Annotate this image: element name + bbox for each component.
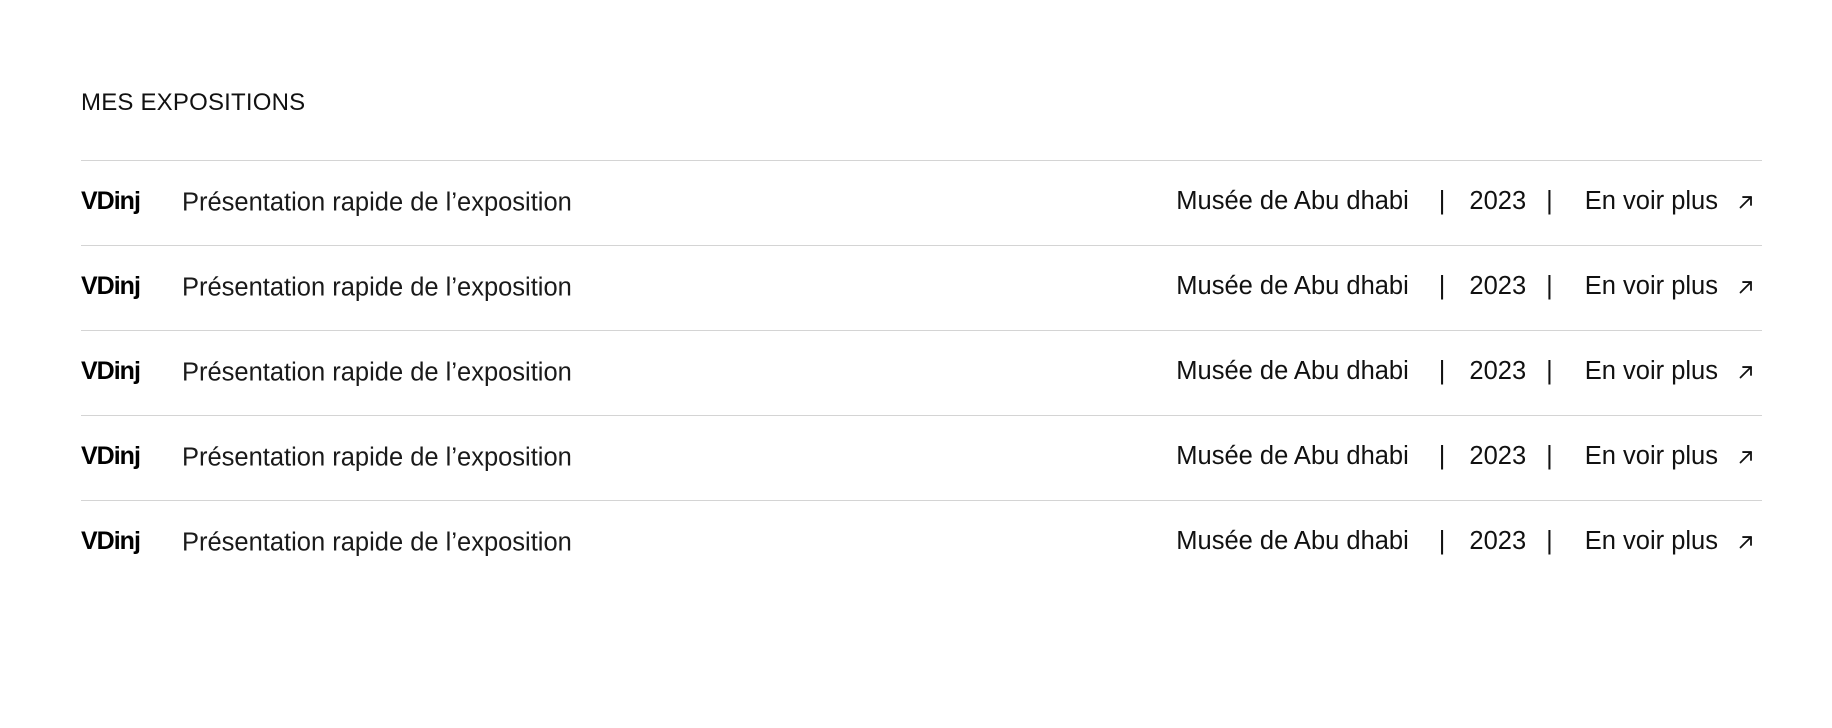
exhibition-logo: VDinj xyxy=(81,527,141,556)
exhibition-year: 2023 xyxy=(1469,527,1527,556)
exhibition-row: VDinj Présentation rapide de l’expositio… xyxy=(81,415,1762,500)
meta-separator: | xyxy=(1546,357,1553,386)
exhibition-logo: VDinj xyxy=(81,442,141,471)
arrow-up-right-icon xyxy=(1739,195,1752,208)
meta-separator: | xyxy=(1546,527,1553,556)
arrow-up-right-icon xyxy=(1739,450,1752,463)
meta-separator: | xyxy=(1438,442,1446,471)
meta-separator: | xyxy=(1438,187,1446,216)
exhibition-museum: Musée de Abu dhabi xyxy=(1176,187,1409,216)
see-more-link[interactable]: En voir plus xyxy=(1585,357,1754,386)
see-more-link[interactable]: En voir plus xyxy=(1585,527,1754,556)
arrow-up-right-icon xyxy=(1739,535,1752,548)
exhibition-description: Présentation rapide de l’exposition xyxy=(182,443,572,472)
exhibition-row: VDinj Présentation rapide de l’expositio… xyxy=(81,245,1762,330)
exhibitions-list: VDinj Présentation rapide de l’expositio… xyxy=(81,160,1762,585)
exhibition-row: VDinj Présentation rapide de l’expositio… xyxy=(81,160,1762,245)
meta-separator: | xyxy=(1546,442,1553,471)
exhibition-row: VDinj Présentation rapide de l’expositio… xyxy=(81,500,1762,585)
section-title: MES EXPOSITIONS xyxy=(81,89,306,116)
exhibition-museum: Musée de Abu dhabi xyxy=(1176,357,1409,386)
meta-separator: | xyxy=(1546,187,1553,216)
exhibition-year: 2023 xyxy=(1469,272,1527,301)
exhibition-meta: Musée de Abu dhabi | 2023 | En voir plus xyxy=(1176,187,1754,216)
meta-separator: | xyxy=(1438,527,1446,556)
exhibition-meta: Musée de Abu dhabi | 2023 | En voir plus xyxy=(1176,442,1754,471)
see-more-label: En voir plus xyxy=(1584,357,1718,386)
exhibition-meta: Musée de Abu dhabi | 2023 | En voir plus xyxy=(1176,272,1754,301)
see-more-label: En voir plus xyxy=(1584,442,1718,471)
exhibition-description: Présentation rapide de l’exposition xyxy=(182,188,572,217)
exhibition-meta: Musée de Abu dhabi | 2023 | En voir plus xyxy=(1176,357,1754,386)
meta-separator: | xyxy=(1438,357,1446,386)
see-more-label: En voir plus xyxy=(1584,527,1718,556)
exhibition-logo: VDinj xyxy=(81,357,141,386)
see-more-label: En voir plus xyxy=(1584,272,1718,301)
see-more-link[interactable]: En voir plus xyxy=(1585,272,1754,301)
exhibition-description: Présentation rapide de l’exposition xyxy=(182,358,572,387)
meta-separator: | xyxy=(1546,272,1553,301)
arrow-up-right-icon xyxy=(1739,280,1752,293)
exhibition-meta: Musée de Abu dhabi | 2023 | En voir plus xyxy=(1176,527,1754,556)
see-more-link[interactable]: En voir plus xyxy=(1585,187,1754,216)
exhibition-description: Présentation rapide de l’exposition xyxy=(182,528,572,557)
exhibition-museum: Musée de Abu dhabi xyxy=(1176,442,1409,471)
exhibition-year: 2023 xyxy=(1469,442,1527,471)
exhibition-year: 2023 xyxy=(1469,357,1527,386)
exhibition-logo: VDinj xyxy=(81,272,141,301)
see-more-label: En voir plus xyxy=(1584,187,1718,216)
exhibition-description: Présentation rapide de l’exposition xyxy=(182,273,572,302)
exhibition-museum: Musée de Abu dhabi xyxy=(1176,272,1409,301)
meta-separator: | xyxy=(1438,272,1446,301)
exhibition-row: VDinj Présentation rapide de l’expositio… xyxy=(81,330,1762,415)
exhibition-year: 2023 xyxy=(1469,187,1527,216)
arrow-up-right-icon xyxy=(1739,365,1752,378)
see-more-link[interactable]: En voir plus xyxy=(1585,442,1754,471)
exhibition-logo: VDinj xyxy=(81,187,141,216)
exhibition-museum: Musée de Abu dhabi xyxy=(1176,527,1409,556)
